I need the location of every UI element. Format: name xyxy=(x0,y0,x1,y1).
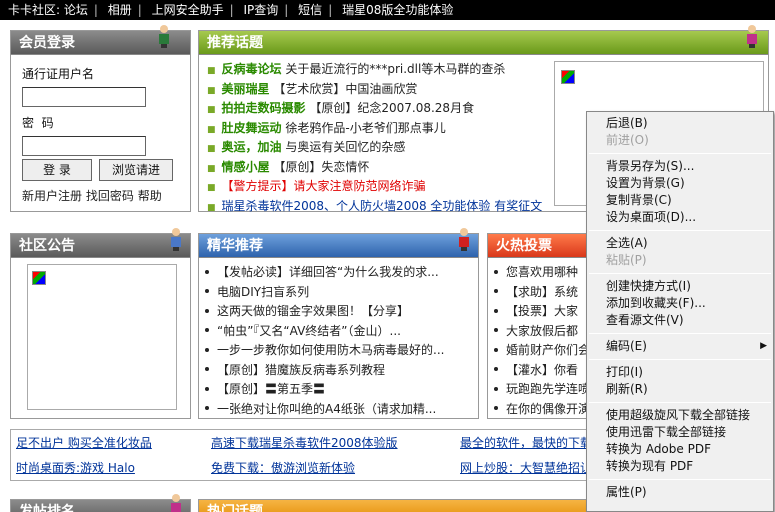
nav-link-album[interactable]: 相册 xyxy=(108,3,132,17)
login-button[interactable]: 登 录 xyxy=(22,159,92,181)
menu-separator xyxy=(589,479,771,480)
list-item[interactable]: ■ 肚皮舞运动 徐老鸦作品-小老爷们那点事儿 xyxy=(207,119,547,139)
ad-link[interactable]: 最全的软件，最快的下载 xyxy=(460,434,592,451)
post-ranking-panel: 发帖排名 xyxy=(10,494,191,512)
forgot-password-link[interactable]: 找回密码 xyxy=(86,189,134,203)
list-item[interactable]: 婚前财产你们会 xyxy=(488,341,588,361)
person-icon xyxy=(459,228,469,252)
menu-separator xyxy=(589,333,771,334)
nav-link-forum[interactable]: 卡卡社区: 论坛 xyxy=(8,3,88,17)
ad-link[interactable]: 高速下载瑞星杀毒软件2008体验版 xyxy=(211,434,398,451)
recommend-title: 推荐话题 xyxy=(199,31,768,55)
featured-panel: 精华推荐 【发帖必读】详细回答“为什么我发的求... 电脑DIY扫盲系列 这两天… xyxy=(198,228,479,419)
featured-list: 【发帖必读】详细回答“为什么我发的求... 电脑DIY扫盲系列 这两天做的镏金字… xyxy=(199,263,477,419)
menu-item-paste[interactable]: 粘贴(P) xyxy=(587,252,773,269)
list-item[interactable]: ■ 情感小屋 【原创】失恋情怀 xyxy=(207,158,547,178)
nav-link-security-helper[interactable]: 上网安全助手 xyxy=(152,3,224,17)
notice-title: 社区公告 xyxy=(11,234,190,258)
browse-button[interactable]: 浏览请进 xyxy=(99,159,173,181)
featured-title: 精华推荐 xyxy=(199,234,478,258)
menu-item-forward[interactable]: 前进(O) xyxy=(587,132,773,149)
notice-panel: 社区公告 xyxy=(10,228,191,419)
menu-item-view-source[interactable]: 查看源文件(V) xyxy=(587,312,773,329)
rising-promo-item[interactable]: ■ 瑞星杀毒软件2008、个人防火墙2008 全功能体验 有奖征文 xyxy=(207,197,547,217)
menu-item-convert-pdf[interactable]: 转换为 Adobe PDF xyxy=(587,441,773,458)
menu-separator xyxy=(589,273,771,274)
nav-link-rising08[interactable]: 瑞星08版全功能体验 xyxy=(342,3,453,17)
login-panel: 会员登录 通行证用户名 密 码 登 录 浏览请进 新用户注册 找回密码 帮助 xyxy=(10,25,191,212)
list-item[interactable]: ■ 美丽瑞星 【艺术欣赏】中国油画欣赏 xyxy=(207,80,547,100)
list-item[interactable]: 【灌水】你看 xyxy=(488,361,588,381)
menu-item-print[interactable]: 打印(I) xyxy=(587,364,773,381)
menu-separator xyxy=(589,359,771,360)
broken-image-icon xyxy=(32,271,46,285)
list-item[interactable]: 【求助】系统 xyxy=(488,283,588,303)
nav-link-sms[interactable]: 短信 xyxy=(298,3,322,17)
ad-link[interactable]: 足不出户 购买全准化妆品 xyxy=(16,434,152,451)
menu-item-select-all[interactable]: 全选(A) xyxy=(587,235,773,252)
ad-link[interactable]: 免费下载：傲游浏览新体验 xyxy=(211,459,355,476)
list-item[interactable]: “帕虫”『又名“AV终结者”（金山）... xyxy=(199,322,477,342)
menu-item-thunder-download[interactable]: 使用迅雷下载全部链接 xyxy=(587,424,773,441)
list-item[interactable]: 您喜欢用哪种 xyxy=(488,263,588,283)
list-item[interactable]: 玩跑跑先学连喷 xyxy=(488,380,588,400)
menu-item-copy-background[interactable]: 复制背景(C) xyxy=(587,192,773,209)
menu-separator xyxy=(589,230,771,231)
menu-item-whirlwind-download[interactable]: 使用超级旋风下载全部链接 xyxy=(587,407,773,424)
submenu-arrow-icon: ▶ xyxy=(760,341,767,351)
list-item[interactable]: 在你的偶像开演 xyxy=(488,400,588,420)
list-item[interactable]: 电脑DIY扫盲系列 xyxy=(199,283,477,303)
list-item[interactable]: 大家放假后都 xyxy=(488,322,588,342)
help-link[interactable]: 帮助 xyxy=(138,189,162,203)
nav-link-ip-lookup[interactable]: IP查询 xyxy=(244,3,279,17)
menu-separator xyxy=(589,402,771,403)
register-link[interactable]: 新用户注册 xyxy=(22,189,82,203)
menu-item-save-background[interactable]: 背景另存为(S)... xyxy=(587,158,773,175)
list-item[interactable]: 【发帖必读】详细回答“为什么我发的求... xyxy=(199,263,477,283)
notice-content xyxy=(27,264,177,410)
list-item[interactable]: ■ 反病毒论坛 关于最近流行的***pri.dll等木马群的查杀 xyxy=(207,60,547,80)
list-item[interactable]: 【投票】大家 xyxy=(488,302,588,322)
menu-separator xyxy=(589,153,771,154)
person-icon xyxy=(171,228,181,252)
list-item[interactable]: 一张绝对让你叫绝的A4纸张（请求加精... xyxy=(199,400,477,420)
ad-link[interactable]: 网上炒股：大智慧绝招让 xyxy=(460,459,592,476)
person-icon xyxy=(747,25,757,49)
menu-item-encoding[interactable]: 编码(E) ▶ xyxy=(587,338,773,355)
ad-link[interactable]: 时尚桌面秀:游戏 Halo xyxy=(16,459,135,476)
menu-item-refresh[interactable]: 刷新(R) xyxy=(587,381,773,398)
username-label: 通行证用户名 xyxy=(22,67,95,81)
menu-item-properties[interactable]: 属性(P) xyxy=(587,484,773,501)
list-item[interactable]: 这两天做的镏金字效果图！【分享】 xyxy=(199,302,477,322)
username-input[interactable] xyxy=(22,87,146,107)
list-item[interactable]: 【原创】〓第五季〓 xyxy=(199,380,477,400)
list-item[interactable]: ■ 奥运，加油 与奥运有关回忆的杂感 xyxy=(207,138,547,158)
list-item[interactable]: 【原创】猎魔族反病毒系列教程 xyxy=(199,361,477,381)
hotvote-list: 您喜欢用哪种 【求助】系统 【投票】大家 大家放假后都 婚前财产你们会 【灌水】… xyxy=(488,263,588,419)
menu-item-set-background[interactable]: 设置为背景(G) xyxy=(587,175,773,192)
police-alert-item[interactable]: ■ 【警方提示】请大家注意防范网络诈骗 xyxy=(207,177,547,197)
password-input[interactable] xyxy=(22,136,146,156)
person-icon xyxy=(159,25,169,49)
top-nav-bar: 卡卡社区: 论坛 | 相册 | 上网安全助手 | IP查询 | 短信 | 瑞星08版全功能… xyxy=(0,0,775,20)
login-links: 新用户注册 找回密码 帮助 xyxy=(22,187,162,204)
recommend-list: ■ 反病毒论坛 关于最近流行的***pri.dll等木马群的查杀 ■ 美丽瑞星 【艺… xyxy=(207,60,547,216)
list-item[interactable]: ■ 拍拍走数码摄影 【原创】纪念2007.08.28月食 xyxy=(207,99,547,119)
menu-item-convert-existing-pdf[interactable]: 转换为现有 PDF xyxy=(587,458,773,475)
context-menu: 后退(B) 前进(O) 背景另存为(S)... 设置为背景(G) 复制背景(C)… xyxy=(586,111,774,512)
menu-item-set-desktop-item[interactable]: 设为桌面项(D)... xyxy=(587,209,773,226)
password-label: 密 码 xyxy=(22,116,54,130)
menu-item-add-favorites[interactable]: 添加到收藏夹(F)... xyxy=(587,295,773,312)
list-item[interactable]: 一步一步教你如何使用防木马病毒最好的... xyxy=(199,341,477,361)
menu-item-create-shortcut[interactable]: 创建快捷方式(I) xyxy=(587,278,773,295)
broken-image-icon xyxy=(561,70,575,84)
person-icon xyxy=(171,494,181,512)
menu-item-back[interactable]: 后退(B) xyxy=(587,115,773,132)
post-ranking-title: 发帖排名 xyxy=(11,500,190,512)
